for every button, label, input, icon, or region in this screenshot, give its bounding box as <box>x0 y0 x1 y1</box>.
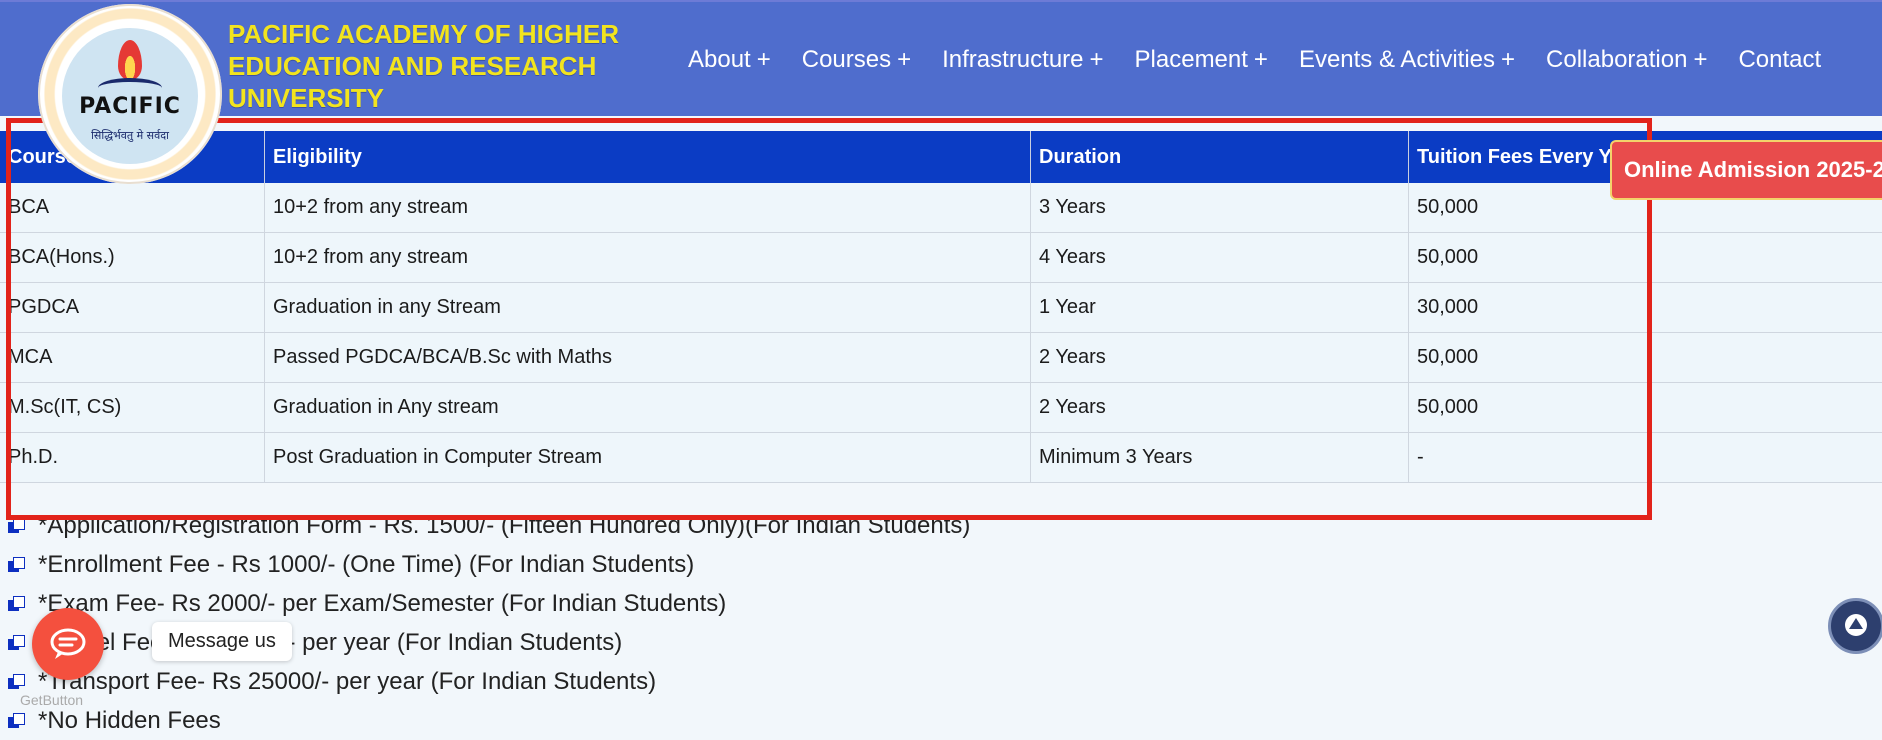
chat-button[interactable] <box>32 608 104 680</box>
table-row: PGDCA Graduation in any Stream 1 Year 30… <box>0 283 1882 333</box>
chat-bubble-icon <box>49 626 87 662</box>
nav-placement[interactable]: Placement+ <box>1135 46 1268 76</box>
list-item: *No Hidden Fees <box>8 701 970 740</box>
table-cell: Passed PGDCA/BCA/B.Sc with Maths <box>265 333 1031 383</box>
plus-icon: + <box>1254 46 1268 73</box>
main-nav: About+ Courses+ Infrastructure+ Placemen… <box>688 46 1821 76</box>
plus-icon: + <box>1693 46 1707 73</box>
online-admission-button[interactable]: Online Admission 2025-26 <box>1610 140 1882 200</box>
table-row: BCA(Hons.) 10+2 from any stream 4 Years … <box>0 233 1882 283</box>
plus-icon: + <box>757 46 771 73</box>
getbutton-credit[interactable]: GetButton <box>20 692 83 708</box>
table-cell: Minimum 3 Years <box>1031 433 1409 483</box>
bullet-icon <box>8 596 24 612</box>
table-cell: - <box>1409 433 1882 483</box>
table-row: BCA 10+2 from any stream 3 Years 50,000 <box>0 183 1882 233</box>
plus-icon: + <box>897 46 911 73</box>
nav-infrastructure[interactable]: Infrastructure+ <box>942 46 1103 76</box>
bullet-icon <box>8 635 24 651</box>
logo-emblem: PACIFIC सिद्धिर्भवतु मे सर्वदा <box>62 28 198 164</box>
table-cell: 1 Year <box>1031 283 1409 333</box>
nav-events[interactable]: Events & Activities+ <box>1299 46 1515 76</box>
table-cell: 30,000 <box>1409 283 1882 333</box>
table-cell: 50,000 <box>1409 233 1882 283</box>
column-header: Duration <box>1031 131 1409 183</box>
list-item: *Application/Registration Form - Rs. 150… <box>8 506 970 545</box>
table-cell: MCA <box>0 333 265 383</box>
list-item: *Transport Fee- Rs 25000/- per year (For… <box>8 662 970 701</box>
bullet-icon <box>8 518 24 534</box>
table-row: MCA Passed PGDCA/BCA/B.Sc with Maths 2 Y… <box>0 333 1882 383</box>
fees-table: Course Eligibility Duration Tuition Fees… <box>0 131 1882 483</box>
table-cell: PGDCA <box>0 283 265 333</box>
table-cell: 3 Years <box>1031 183 1409 233</box>
nav-courses[interactable]: Courses+ <box>802 46 911 76</box>
table-cell: 50,000 <box>1409 383 1882 433</box>
nav-collaboration[interactable]: Collaboration+ <box>1546 46 1707 76</box>
table-cell: Graduation in Any stream <box>265 383 1031 433</box>
table-cell: Graduation in any Stream <box>265 283 1031 333</box>
table-cell: Post Graduation in Computer Stream <box>265 433 1031 483</box>
university-name[interactable]: PACIFIC ACADEMY OF HIGHER EDUCATION AND … <box>228 18 648 114</box>
table-row: M.Sc(IT, CS) Graduation in Any stream 2 … <box>0 383 1882 433</box>
nav-contact[interactable]: Contact <box>1738 46 1821 76</box>
bullet-icon <box>8 713 24 729</box>
table-cell: 10+2 from any stream <box>265 233 1031 283</box>
table-cell: 10+2 from any stream <box>265 183 1031 233</box>
arrow-up-icon <box>1849 618 1863 629</box>
table-cell: Ph.D. <box>0 433 265 483</box>
table-cell: 50,000 <box>1409 333 1882 383</box>
table-row: Ph.D. Post Graduation in Computer Stream… <box>0 433 1882 483</box>
table-cell: BCA(Hons.) <box>0 233 265 283</box>
plus-icon: + <box>1501 46 1515 73</box>
logo-wordmark: PACIFIC <box>62 94 198 119</box>
table-cell: 2 Years <box>1031 333 1409 383</box>
flame-icon <box>118 40 142 80</box>
list-item: *Enrollment Fee - Rs 1000/- (One Time) (… <box>8 545 970 584</box>
bullet-icon <box>8 557 24 573</box>
table-cell: 2 Years <box>1031 383 1409 433</box>
plus-icon: + <box>1090 46 1104 73</box>
fees-table-container: Course Eligibility Duration Tuition Fees… <box>0 131 1882 483</box>
message-us-label[interactable]: Message us <box>152 622 292 661</box>
table-cell: BCA <box>0 183 265 233</box>
site-header: PACIFIC सिद्धिर्भवतु मे सर्वदा PACIFIC A… <box>0 0 1882 116</box>
nav-about[interactable]: About+ <box>688 46 771 76</box>
bullet-icon <box>8 674 24 690</box>
table-cell: M.Sc(IT, CS) <box>0 383 265 433</box>
column-header: Eligibility <box>265 131 1031 183</box>
university-logo[interactable]: PACIFIC सिद्धिर्भवतु मे सर्वदा <box>38 4 222 184</box>
scroll-to-top-button[interactable] <box>1828 598 1882 654</box>
table-cell: 4 Years <box>1031 233 1409 283</box>
logo-motto: सिद्धिर्भवतु मे सर्वदा <box>70 128 190 143</box>
fee-notes-list: *Application/Registration Form - Rs. 150… <box>8 506 970 740</box>
table-header-row: Course Eligibility Duration Tuition Fees… <box>0 131 1882 183</box>
list-item: *Exam Fee- Rs 2000/- per Exam/Semester (… <box>8 584 970 623</box>
